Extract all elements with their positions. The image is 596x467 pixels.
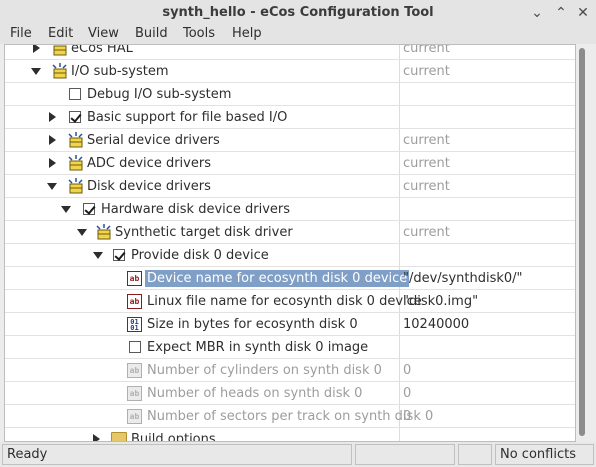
status-bar: Ready No conflicts	[0, 442, 596, 467]
maximize-icon[interactable]: ⌃	[552, 4, 570, 22]
minimize-icon[interactable]: ⌄	[528, 4, 546, 22]
tree-row-label: Provide disk 0 device	[131, 248, 269, 263]
tree-row-value: current	[403, 156, 450, 171]
tree-row-label: Expect MBR in synth disk 0 image	[147, 340, 369, 355]
tree-row-heads[interactable]: ab Number of heads on synth disk 0 0	[5, 382, 575, 405]
enable-checkbox[interactable]	[69, 111, 81, 123]
tree-row-linux-file-name[interactable]: ab Linux file name for ecosynth disk 0 d…	[5, 290, 575, 313]
title-bar: synth_hello - eCos Configuration Tool ⌄ …	[0, 0, 596, 26]
tree-row-io-subsystem[interactable]: I/O sub-system current	[5, 60, 575, 83]
string-value-icon: ab	[127, 363, 142, 378]
scrollbar-thumb[interactable]	[579, 48, 585, 436]
menu-file[interactable]: File	[10, 26, 32, 41]
package-icon	[96, 224, 111, 240]
tree-row-device-name[interactable]: ab Device name for ecosynth disk 0 devic…	[5, 267, 575, 290]
package-icon	[68, 132, 83, 148]
collapse-arrow-icon[interactable]	[47, 183, 57, 190]
tree-row-value: 0	[403, 386, 412, 401]
expand-arrow-icon[interactable]	[49, 135, 56, 145]
tree-row-synthetic-disk-driver[interactable]: Synthetic target disk driver current	[5, 221, 575, 244]
package-icon	[68, 155, 83, 171]
tree-row-value: current	[403, 44, 450, 56]
string-value-icon: ab	[127, 409, 142, 424]
tree-row-label: Basic support for file based I/O	[87, 110, 288, 125]
tree-row-label: Number of cylinders on synth disk 0	[147, 363, 382, 378]
tree-row-hardware-disk-drivers[interactable]: Hardware disk device drivers	[5, 198, 575, 221]
close-icon[interactable]: ✕	[574, 4, 592, 22]
expand-arrow-icon[interactable]	[49, 158, 56, 168]
tree-row-expect-mbr[interactable]: Expect MBR in synth disk 0 image	[5, 336, 575, 359]
conflicts-status[interactable]: No conflicts	[495, 444, 594, 465]
configuration-tree[interactable]: eCos HAL current I/O sub-system current …	[4, 44, 576, 442]
tree-row-label: eCos HAL	[71, 44, 133, 56]
tree-row-label: Number of heads on synth disk 0	[147, 386, 363, 401]
tree-row-label: Disk device drivers	[87, 179, 211, 194]
tree-row-label: Synthetic target disk driver	[115, 225, 293, 240]
folder-icon	[111, 432, 127, 441]
tree-row-label: Serial device drivers	[87, 133, 220, 148]
tree-row-size-bytes[interactable]: 01 01 Size in bytes for ecosynth disk 0 …	[5, 313, 575, 336]
tree-row-serial-drivers[interactable]: Serial device drivers current	[5, 129, 575, 152]
enable-checkbox[interactable]	[69, 88, 81, 100]
menu-bar: File Edit View Build Tools Help	[0, 26, 596, 44]
tree-row-disk-drivers[interactable]: Disk device drivers current	[5, 175, 575, 198]
menu-build[interactable]: Build	[135, 26, 168, 41]
tree-row-label: ADC device drivers	[87, 156, 211, 171]
menu-tools[interactable]: Tools	[183, 26, 215, 41]
tree-row-build-options[interactable]: Build options	[5, 428, 575, 442]
menu-help[interactable]: Help	[232, 26, 262, 41]
expand-arrow-icon[interactable]	[93, 434, 100, 441]
tree-row-label: Debug I/O sub-system	[87, 87, 232, 102]
tree-row-debug-io[interactable]: Debug I/O sub-system	[5, 83, 575, 106]
menu-edit[interactable]: Edit	[48, 26, 73, 41]
tree-row-provide-disk0[interactable]: Provide disk 0 device	[5, 244, 575, 267]
window-title: synth_hello - eCos Configuration Tool	[162, 5, 434, 20]
vertical-scrollbar[interactable]	[576, 44, 592, 442]
tree-row-value: current	[403, 225, 450, 240]
menu-view[interactable]: View	[88, 26, 119, 41]
collapse-arrow-icon[interactable]	[61, 206, 71, 213]
tree-row-value[interactable]: "/dev/synthdisk0/"	[403, 271, 523, 286]
tree-row-value[interactable]: "disk0.img"	[403, 294, 478, 309]
tree-row-ecos-hal[interactable]: eCos HAL current	[5, 44, 575, 60]
tree-row-adc-drivers[interactable]: ADC device drivers current	[5, 152, 575, 175]
status-message: Ready	[2, 444, 352, 465]
numeric-value-icon: 01 01	[127, 317, 142, 332]
tree-row-label: Hardware disk device drivers	[101, 202, 291, 217]
tree-row-cylinders[interactable]: ab Number of cylinders on synth disk 0 0	[5, 359, 575, 382]
tree-row-value: 0	[403, 409, 412, 424]
status-cell-empty-1	[355, 444, 455, 465]
enable-checkbox[interactable]	[83, 203, 95, 215]
tree-row-label: I/O sub-system	[71, 64, 169, 79]
tree-row-value: current	[403, 64, 450, 79]
tree-row-label: Size in bytes for ecosynth disk 0	[147, 317, 358, 332]
tree-row-label: Linux file name for ecosynth disk 0 devi…	[147, 294, 422, 309]
package-icon	[68, 178, 83, 194]
tree-row-label: Build options	[131, 432, 216, 442]
tree-row-label: Device name for ecosynth disk 0 device	[145, 270, 410, 287]
package-icon	[52, 63, 67, 79]
tree-row-file-io[interactable]: Basic support for file based I/O	[5, 106, 575, 129]
expand-arrow-icon[interactable]	[49, 112, 56, 122]
enable-checkbox[interactable]	[129, 341, 141, 353]
tree-row-value: 0	[403, 363, 412, 378]
tree-row-value: current	[403, 179, 450, 194]
string-value-icon: ab	[127, 294, 142, 309]
status-cell-empty-2	[458, 444, 492, 465]
package-icon	[53, 45, 67, 56]
tree-row-value: current	[403, 133, 450, 148]
collapse-arrow-icon[interactable]	[31, 68, 41, 75]
expand-arrow-icon[interactable]	[33, 45, 40, 53]
enable-checkbox[interactable]	[113, 249, 125, 261]
tree-row-label: Number of sectors per track on synth dis…	[147, 409, 434, 424]
collapse-arrow-icon[interactable]	[77, 229, 87, 236]
string-value-icon: ab	[127, 386, 142, 401]
tree-row-sectors[interactable]: ab Number of sectors per track on synth …	[5, 405, 575, 428]
tree-row-value[interactable]: 10240000	[403, 317, 469, 332]
string-value-icon: ab	[127, 271, 142, 286]
collapse-arrow-icon[interactable]	[93, 252, 103, 259]
